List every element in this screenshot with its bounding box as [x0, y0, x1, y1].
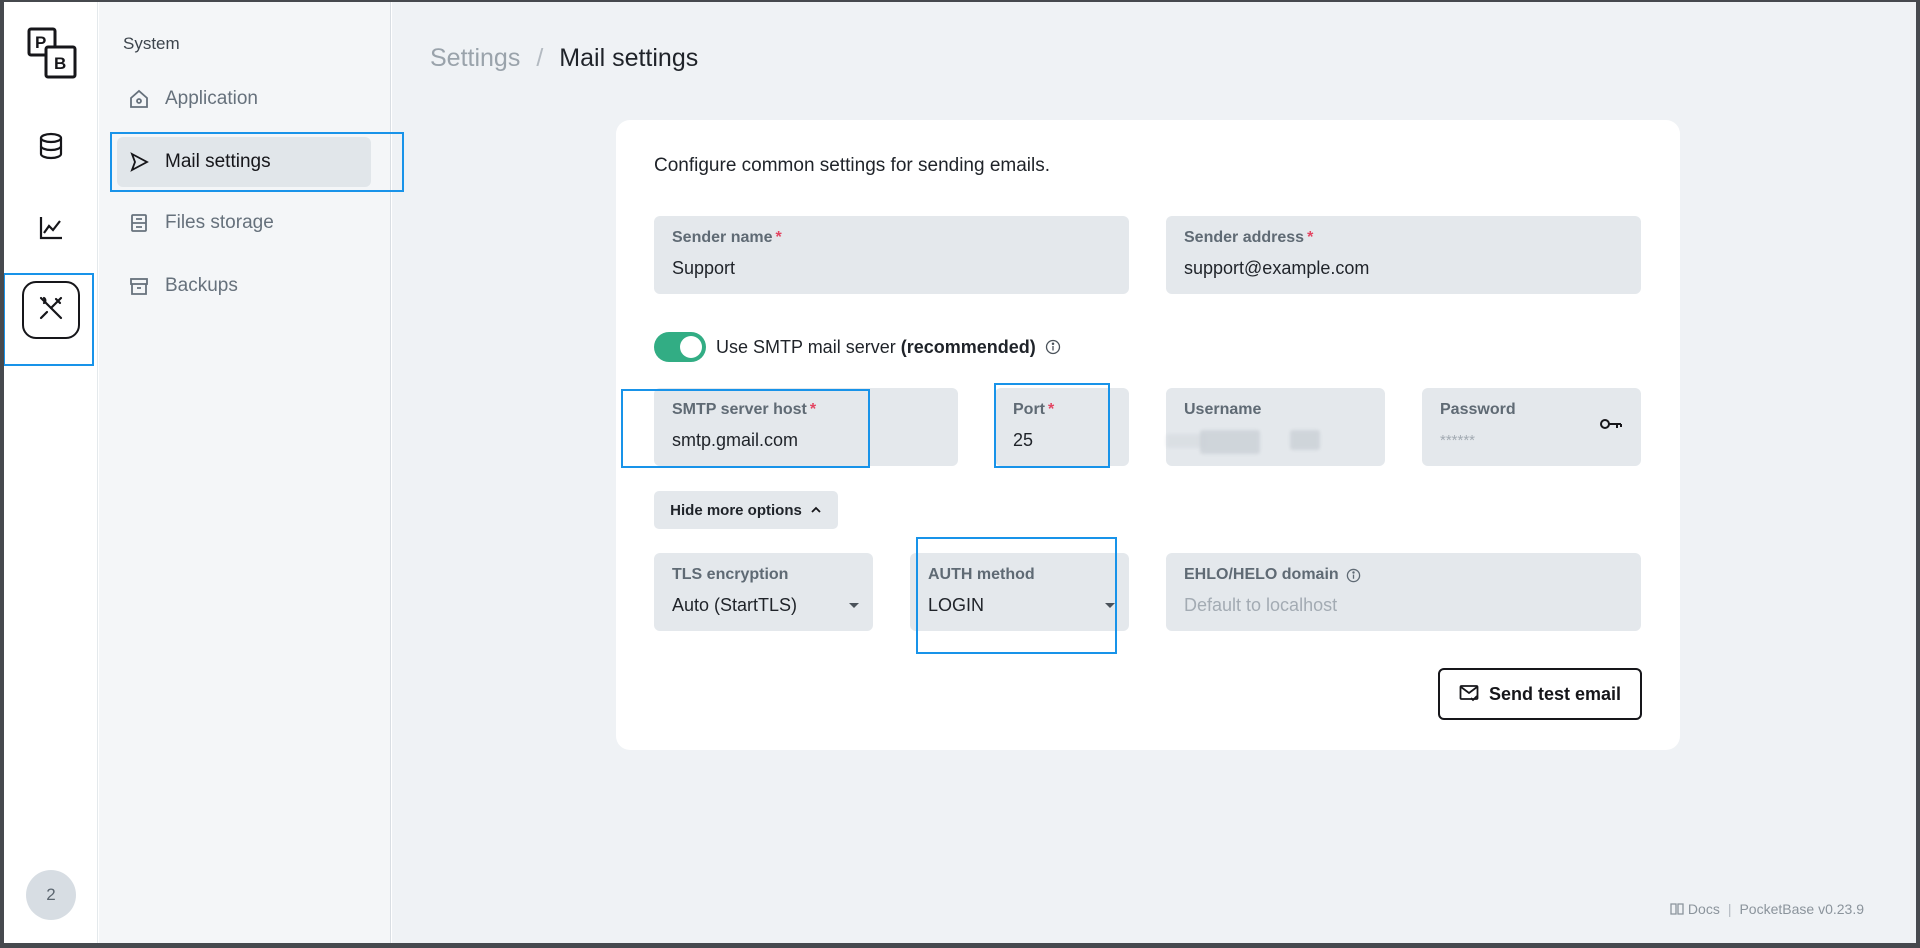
sender-address-value: support@example.com [1184, 258, 1370, 278]
auth-method-value: LOGIN [928, 595, 985, 615]
sidebar-item-label: Mail settings [165, 151, 271, 172]
version-link[interactable]: PocketBase v0.23.9 [1739, 901, 1864, 917]
mail-check-icon [1459, 684, 1479, 704]
info-icon[interactable] [1346, 568, 1361, 583]
autofill-artifact [1200, 430, 1260, 454]
sender-name-value: Support [672, 258, 736, 278]
sender-address-field[interactable]: Sender address * support@example.com [1166, 216, 1641, 294]
user-avatar[interactable]: 2 [26, 870, 76, 920]
caret-down-icon [1105, 603, 1115, 608]
docs-link[interactable]: Docs [1688, 901, 1720, 917]
chart-line-icon [38, 215, 64, 246]
tools-icon [37, 294, 65, 327]
breadcrumb: Settings / Mail settings [430, 44, 698, 73]
port-field[interactable]: Port * 25 [995, 388, 1129, 466]
sidebar-item-files-storage[interactable]: Files storage [117, 198, 371, 248]
more-options-label: Hide more options [670, 501, 802, 519]
book-icon [1670, 902, 1684, 916]
storage-icon [129, 213, 149, 233]
rail-logs-button[interactable] [22, 201, 80, 259]
smtp-toggle-row: Use SMTP mail server (recommended) [654, 332, 1061, 362]
key-icon[interactable] [1599, 416, 1623, 432]
svg-text:B: B [54, 54, 66, 73]
password-label: Password [1440, 401, 1516, 418]
info-icon[interactable] [1045, 339, 1061, 355]
sidebar-item-label: Backups [165, 275, 238, 296]
hide-more-options-button[interactable]: Hide more options [654, 491, 838, 529]
sender-name-label: Sender name [672, 229, 773, 246]
breadcrumb-separator: / [536, 44, 544, 72]
sidebar-item-backups[interactable]: Backups [117, 261, 371, 311]
port-label: Port [1013, 401, 1045, 418]
sidebar-item-application[interactable]: Application [117, 74, 371, 124]
smtp-host-value: smtp.gmail.com [672, 430, 799, 450]
required-marker: * [1307, 229, 1314, 246]
auth-method-label: AUTH method [928, 566, 1035, 583]
database-icon [38, 132, 64, 165]
smtp-toggle-label[interactable]: Use SMTP mail server [716, 337, 896, 358]
tls-encryption-label: TLS encryption [672, 566, 789, 583]
smtp-host-label: SMTP server host [672, 401, 807, 418]
smtp-host-field[interactable]: SMTP server host * smtp.gmail.com [654, 388, 958, 466]
mail-settings-panel: Configure common settings for sending em… [616, 120, 1680, 750]
ehlo-domain-field[interactable]: EHLO/HELO domain Default to localhost [1166, 553, 1641, 631]
required-marker: * [809, 401, 817, 418]
password-placeholder: ****** [1440, 432, 1476, 449]
rail-settings-button[interactable] [22, 281, 80, 339]
tls-encryption-select[interactable]: TLS encryption Auto (StartTLS) [654, 553, 873, 631]
username-field[interactable]: Username [1166, 388, 1385, 466]
sidebar-section-title: System [123, 34, 180, 53]
required-marker: * [775, 229, 782, 246]
sender-name-field[interactable]: Sender name * Support [654, 216, 1129, 294]
port-value: 25 [1013, 430, 1034, 450]
required-marker: * [1048, 401, 1055, 418]
sidebar-item-mail-settings[interactable]: Mail settings [117, 137, 371, 187]
page-title: Mail settings [559, 44, 699, 72]
home-icon [129, 89, 149, 109]
username-label: Username [1184, 401, 1262, 418]
password-field[interactable]: Password ****** [1422, 388, 1641, 466]
tls-encryption-value: Auto (StartTLS) [672, 595, 798, 615]
settings-sidebar: System Application Mail settings Files s… [99, 2, 391, 943]
smtp-toggle-emphasis: (recommended) [900, 336, 1036, 357]
rail-collections-button[interactable] [22, 119, 80, 177]
ehlo-domain-label: EHLO/HELO domain [1184, 566, 1339, 583]
sidebar-item-label: Files storage [165, 212, 274, 233]
caret-down-icon [849, 603, 859, 608]
main-content: Settings / Mail settings Configure commo… [392, 2, 1916, 943]
pocketbase-logo[interactable]: P B [26, 26, 78, 80]
breadcrumb-settings-link[interactable]: Settings [430, 44, 520, 73]
ehlo-domain-placeholder: Default to localhost [1184, 595, 1338, 615]
autofill-artifact [1290, 430, 1320, 450]
footer: Docs | PocketBase v0.23.9 [1670, 901, 1864, 917]
app-rail: P B 2 [4, 2, 98, 943]
footer-separator: | [1727, 901, 1732, 917]
smtp-toggle-switch[interactable] [654, 332, 706, 362]
auth-method-select[interactable]: AUTH method LOGIN [910, 553, 1129, 631]
send-test-email-button[interactable]: Send test email [1438, 668, 1642, 720]
archive-icon [129, 276, 149, 296]
sidebar-item-label: Application [165, 88, 258, 109]
send-test-email-label: Send test email [1488, 683, 1622, 704]
sender-address-label: Sender address [1184, 229, 1305, 246]
svg-text:P: P [35, 33, 46, 52]
panel-description: Configure common settings for sending em… [654, 155, 1051, 176]
send-icon [129, 152, 149, 172]
chevron-up-icon [810, 504, 822, 516]
